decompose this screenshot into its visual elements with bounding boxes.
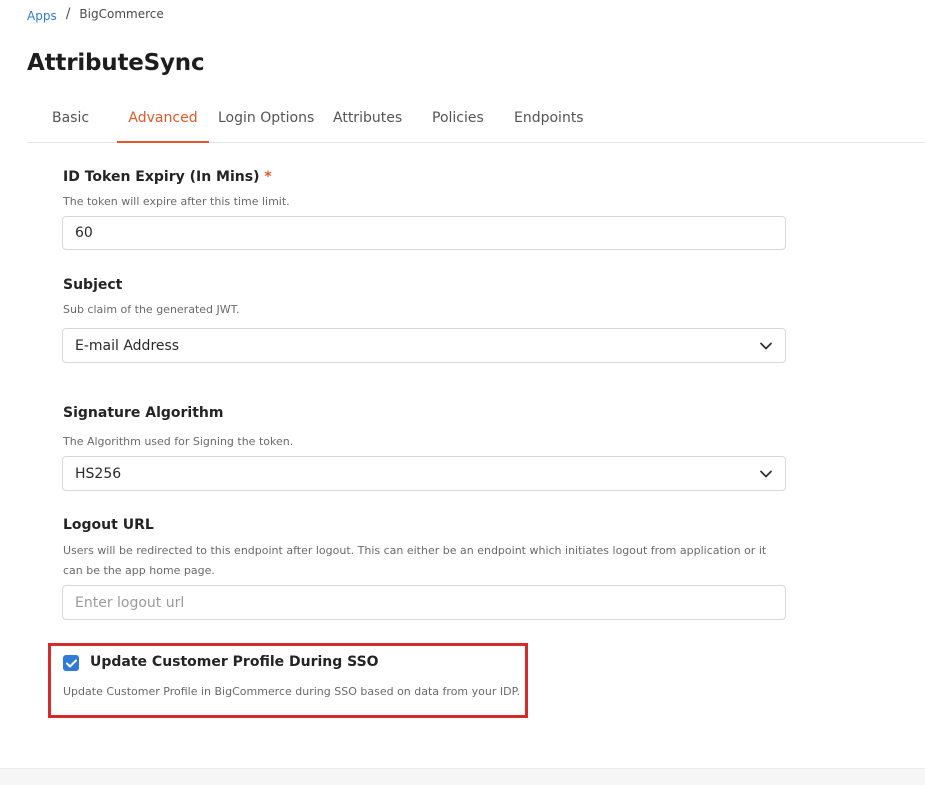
tab-bar: Basic Advanced Login Options Attributes … bbox=[27, 100, 925, 143]
update-profile-checkbox[interactable] bbox=[63, 655, 79, 671]
update-profile-label[interactable]: Update Customer Profile During SSO bbox=[90, 654, 379, 670]
chevron-down-icon bbox=[759, 467, 773, 481]
page-footer-divider bbox=[0, 768, 925, 785]
subject-label: Subject bbox=[63, 277, 123, 293]
token-expiry-label-text: ID Token Expiry (In Mins) bbox=[63, 169, 260, 185]
subject-help: Sub claim of the generated JWT. bbox=[63, 303, 240, 316]
tab-basic[interactable]: Basic bbox=[52, 100, 89, 141]
chevron-down-icon bbox=[759, 339, 773, 353]
signature-select-value: HS256 bbox=[75, 465, 122, 482]
tab-advanced[interactable]: Advanced bbox=[117, 100, 209, 143]
tab-policies[interactable]: Policies bbox=[432, 100, 484, 141]
subject-select-value: E-mail Address bbox=[75, 337, 180, 354]
breadcrumb: Apps / BigCommerce bbox=[27, 6, 164, 23]
tab-attributes[interactable]: Attributes bbox=[333, 100, 402, 141]
required-marker: * bbox=[264, 169, 272, 185]
tab-endpoints[interactable]: Endpoints bbox=[514, 100, 584, 141]
token-expiry-label: ID Token Expiry (In Mins) * bbox=[63, 169, 272, 185]
logout-url-help-line2: can be the app home page. bbox=[63, 564, 215, 577]
signature-select[interactable]: HS256 bbox=[62, 456, 786, 491]
signature-help: The Algorithm used for Signing the token… bbox=[63, 435, 294, 448]
checkmark-icon bbox=[65, 659, 77, 667]
signature-label: Signature Algorithm bbox=[63, 405, 224, 421]
logout-url-input[interactable] bbox=[62, 585, 786, 620]
update-profile-help: Update Customer Profile in BigCommerce d… bbox=[63, 685, 521, 698]
breadcrumb-separator: / bbox=[65, 6, 71, 22]
breadcrumb-apps-link[interactable]: Apps bbox=[27, 9, 57, 23]
token-expiry-input[interactable] bbox=[62, 216, 786, 250]
subject-select[interactable]: E-mail Address bbox=[62, 328, 786, 363]
token-expiry-help: The token will expire after this time li… bbox=[63, 195, 290, 208]
logout-url-label: Logout URL bbox=[63, 517, 154, 533]
logout-url-help-line1: Users will be redirected to this endpoin… bbox=[63, 544, 767, 557]
page-title: AttributeSync bbox=[27, 50, 205, 76]
tab-login-options[interactable]: Login Options bbox=[218, 100, 314, 141]
breadcrumb-current: BigCommerce bbox=[79, 7, 164, 21]
